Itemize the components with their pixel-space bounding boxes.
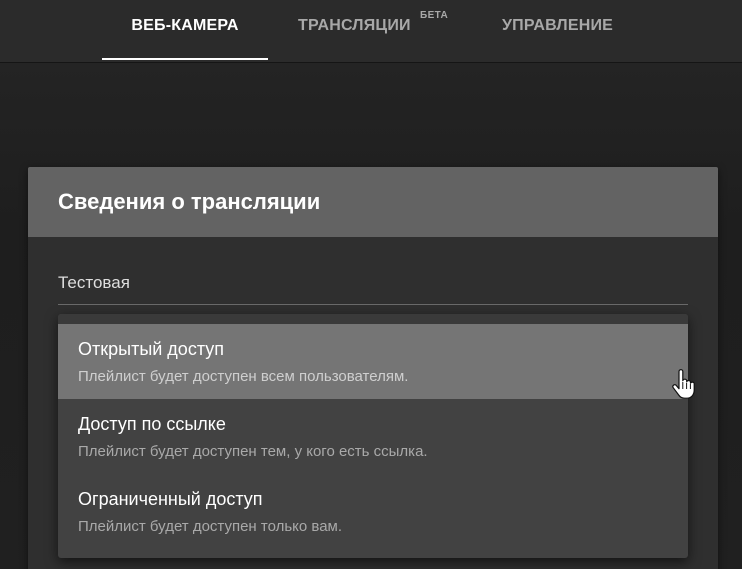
- menu-item-unlisted[interactable]: Доступ по ссылке Плейлист будет доступен…: [58, 399, 688, 474]
- hand-pointer-icon: [672, 369, 695, 399]
- tab-manage[interactable]: УПРАВЛЕНИЕ: [502, 0, 613, 60]
- page: ВЕБ-КАМЕРА ТРАНСЛЯЦИИ БЕТА УПРАВЛЕНИЕ Св…: [0, 0, 742, 569]
- menu-item-title: Ограниченный доступ: [78, 489, 263, 509]
- beta-badge: БЕТА: [420, 10, 449, 21]
- menu-item-description: Плейлист будет доступен тем, у кого есть…: [78, 443, 428, 460]
- menu-item-title: Доступ по ссылке: [78, 414, 226, 434]
- tab-webcam[interactable]: ВЕБ-КАМЕРА: [102, 0, 268, 60]
- menu-top-strip: [58, 314, 688, 324]
- card-title: Сведения о трансляции: [58, 189, 321, 214]
- card-header: Сведения о трансляции: [28, 167, 718, 237]
- menu-item-title: Открытый доступ: [78, 339, 225, 359]
- menu-item-description: Плейлист будет доступен всем пользовател…: [78, 368, 409, 385]
- privacy-dropdown-menu: Открытый доступ Плейлист будет доступен …: [58, 314, 688, 558]
- broadcast-name-value: Тестовая: [58, 273, 130, 292]
- menu-item-description: Плейлист будет доступен только вам.: [78, 518, 343, 535]
- active-tab-indicator: [102, 58, 268, 60]
- menu-item-private[interactable]: Ограниченный доступ Плейлист будет досту…: [58, 474, 688, 549]
- top-navigation-bar: ВЕБ-КАМЕРА ТРАНСЛЯЦИИ БЕТА УПРАВЛЕНИЕ: [0, 0, 742, 62]
- menu-item-public[interactable]: Открытый доступ Плейлист будет доступен …: [58, 324, 688, 399]
- broadcast-name-field[interactable]: Тестовая: [58, 267, 688, 305]
- tab-broadcasts[interactable]: ТРАНСЛЯЦИИ: [298, 0, 411, 60]
